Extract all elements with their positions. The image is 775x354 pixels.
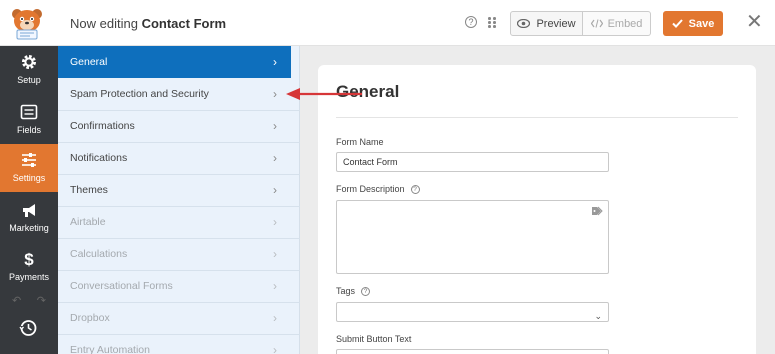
settings-item-general[interactable]: General ›: [58, 46, 291, 78]
tags-select[interactable]: ⌄: [336, 302, 609, 322]
settings-item-label: Confirmations: [70, 120, 135, 132]
chevron-right-icon: ›: [273, 247, 277, 261]
submit-button-text-input[interactable]: [336, 349, 609, 354]
divider: [336, 117, 738, 118]
settings-item-confirmations[interactable]: Confirmations ›: [58, 110, 291, 142]
code-icon: [590, 19, 603, 28]
save-label: Save: [688, 17, 715, 30]
settings-item-label: Calculations: [70, 248, 128, 260]
settings-item-label: Themes: [70, 184, 108, 196]
eye-icon: [517, 19, 531, 28]
undo-icon[interactable]: ↶: [12, 294, 21, 307]
chevron-right-icon: ›: [273, 215, 277, 229]
nav-setup[interactable]: Setup: [0, 46, 58, 94]
nav-setup-label: Setup: [17, 75, 41, 85]
chevron-down-icon: ⌄: [594, 311, 602, 321]
chevron-right-icon: ›: [273, 87, 277, 101]
dollar-icon: $: [24, 250, 34, 268]
form-description-label-text: Form Description: [336, 184, 405, 194]
settings-item-label: General: [70, 56, 108, 68]
preview-button[interactable]: Preview: [510, 11, 583, 36]
nav-settings[interactable]: Settings: [0, 144, 58, 192]
undo-redo: ↶ ↷: [12, 294, 46, 307]
settings-content: General Form Name Contact Form Form Desc…: [300, 46, 775, 354]
tags-label-text: Tags: [336, 286, 356, 296]
nav-marketing-label: Marketing: [9, 223, 49, 233]
settings-item-conversational-forms[interactable]: Conversational Forms ›: [58, 270, 291, 302]
submit-button-text-label: Submit Button Text: [336, 334, 411, 344]
settings-item-label: Dropbox: [70, 312, 110, 324]
settings-item-calculations[interactable]: Calculations ›: [58, 238, 291, 270]
settings-item-airtable[interactable]: Airtable ›: [58, 206, 291, 238]
list-icon: [20, 104, 38, 120]
chevron-right-icon: ›: [273, 343, 277, 354]
top-bar: Now editing Contact Form ? Preview Embed…: [0, 0, 775, 46]
help-icon[interactable]: ?: [410, 184, 420, 194]
nav-payments[interactable]: $ Payments: [0, 243, 58, 291]
help-icon[interactable]: ?: [465, 16, 477, 28]
settings-item-label: Airtable: [70, 216, 106, 228]
revisions-history-icon[interactable]: [18, 318, 38, 338]
settings-item-entry-automation[interactable]: Entry Automation ›: [58, 334, 291, 354]
chevron-right-icon: ›: [273, 151, 277, 165]
chevron-right-icon: ›: [273, 183, 277, 197]
nav-payments-label: Payments: [8, 272, 50, 282]
settings-item-label: Notifications: [70, 152, 128, 164]
editing-title: Now editing Contact Form: [70, 16, 226, 31]
settings-item-spam-protection[interactable]: Spam Protection and Security ›: [58, 78, 291, 110]
wpforms-bear-logo: [12, 9, 42, 40]
chevron-right-icon: ›: [273, 311, 277, 325]
smart-tags-icon[interactable]: [591, 206, 603, 216]
gear-icon: [22, 55, 36, 69]
settings-panel: General › Spam Protection and Security ›…: [58, 46, 300, 354]
settings-item-themes[interactable]: Themes ›: [58, 174, 291, 206]
settings-item-label: Conversational Forms: [70, 280, 173, 292]
tags-label: Tags ?: [336, 286, 371, 296]
editing-prefix: Now editing: [70, 16, 138, 31]
chevron-right-icon: ›: [273, 279, 277, 293]
megaphone-icon: [23, 204, 35, 217]
form-description-textarea[interactable]: [336, 200, 609, 274]
general-settings-card: General Form Name Contact Form Form Desc…: [318, 65, 756, 354]
settings-item-label: Spam Protection and Security: [70, 88, 209, 100]
embed-label: Embed: [607, 17, 643, 30]
submit-button-text-label-text: Submit Button Text: [336, 334, 412, 344]
form-name-input[interactable]: Contact Form: [336, 152, 609, 172]
checkmark-icon: [671, 19, 683, 28]
settings-item-dropbox[interactable]: Dropbox ›: [58, 302, 291, 334]
embed-button[interactable]: Embed: [583, 11, 651, 36]
form-description-label: Form Description ?: [336, 184, 420, 194]
redo-icon[interactable]: ↷: [37, 294, 46, 307]
annotation-arrow: [286, 88, 362, 100]
sliders-icon: [22, 153, 36, 167]
nav-settings-label: Settings: [12, 173, 46, 183]
chevron-right-icon: ›: [273, 119, 277, 133]
form-name-title: Contact Form: [141, 16, 227, 31]
form-name-label-text: Form Name: [336, 137, 384, 147]
close-icon[interactable]: ✕: [746, 12, 763, 32]
save-button[interactable]: Save: [663, 11, 723, 36]
svg-text:$: $: [24, 250, 34, 268]
settings-item-label: Entry Automation: [70, 344, 150, 354]
nav-fields-label: Fields: [16, 125, 41, 135]
nav-marketing[interactable]: Marketing: [0, 194, 58, 242]
help-icon[interactable]: ?: [361, 286, 371, 296]
nav-fields[interactable]: Fields: [0, 96, 58, 144]
form-name-label: Form Name: [336, 137, 384, 147]
grid-icon[interactable]: [487, 16, 499, 28]
preview-label: Preview: [536, 17, 576, 30]
chevron-right-icon: ›: [273, 55, 277, 69]
settings-item-notifications[interactable]: Notifications ›: [58, 142, 291, 174]
builder-nav: Setup Fields Settings Marketing $ Paymen…: [0, 46, 58, 354]
